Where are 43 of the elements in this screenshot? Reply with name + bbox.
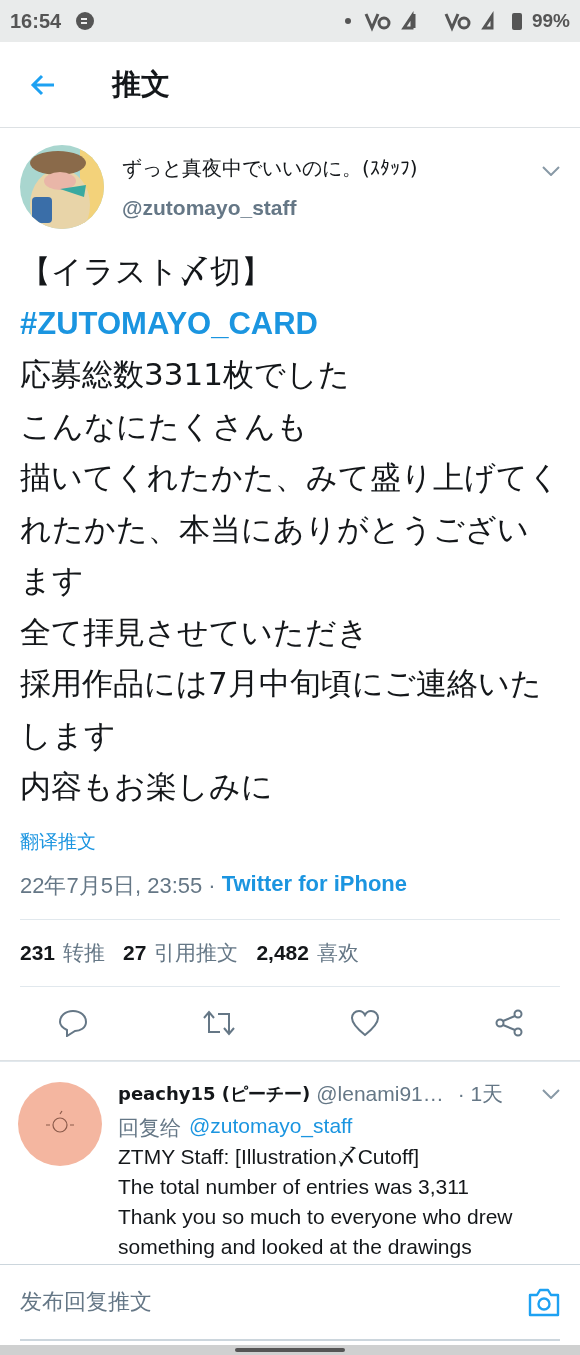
chevron-icon[interactable] <box>542 166 560 176</box>
reply-icon[interactable] <box>58 1009 88 1037</box>
tweet-text: 描いてくれたかた、みて盛り上げてくれたかた、本当にありがとうございます <box>20 458 560 600</box>
share-icon[interactable] <box>494 1009 524 1037</box>
signal-icon <box>343 10 524 32</box>
tweet-text: 応募総数3311枚でした <box>20 355 351 394</box>
mention-link[interactable]: @zutomayo_staff <box>189 1113 353 1142</box>
reply-author-handle[interactable]: @lenami91… <box>316 1081 444 1106</box>
reply-to-label: 回复给 <box>118 1114 181 1141</box>
reply-author-name[interactable]: peachy15 (ピーチー) <box>118 1081 311 1106</box>
reply-text: Thank you so much to everyone who drew <box>118 1203 514 1230</box>
tweet-text: 採用作品には7月中旬頃にご連絡いたします <box>20 664 543 755</box>
heart-icon[interactable] <box>350 1009 380 1037</box>
notification-icon <box>75 11 96 31</box>
stat-label[interactable]: 转推 <box>63 938 106 967</box>
hashtag-link[interactable]: #ZUTOMAYO_CARD <box>20 297 318 349</box>
tweet-date: 22年7月5日, 23:55 · <box>20 871 216 900</box>
reply-text: The total number of entries was 3,311 <box>118 1173 470 1200</box>
author-name[interactable]: ずっと真夜中でいいのに。(ｽﾀｯﾌ) <box>122 154 542 182</box>
stat-count[interactable]: 27 <box>123 940 147 965</box>
tweet-text: 全て拝見させていただき <box>20 612 370 652</box>
home-handle[interactable] <box>235 1347 345 1352</box>
page-title: 推文 <box>112 65 170 103</box>
status-time: 16:54 <box>10 9 62 33</box>
reply-input-field[interactable]: 发布回复推文 <box>20 1289 528 1314</box>
author-handle[interactable]: @zutomayo_staff <box>122 195 542 220</box>
stat-label[interactable]: 引用推文 <box>154 938 239 967</box>
reply-text: ZTMY Staff: [Illustration〆Cutoff] <box>118 1143 421 1170</box>
battery-level: 99% <box>531 10 570 32</box>
retweet-icon[interactable] <box>202 1009 236 1037</box>
translate-link[interactable]: 翻译推文 <box>20 828 96 855</box>
camera-icon[interactable] <box>528 1286 560 1317</box>
reply-time: · 1天 <box>457 1080 504 1107</box>
tweet-text: 【イラスト〆切】 <box>20 252 273 291</box>
reply-text: something and looked at the drawings <box>118 1233 473 1260</box>
source-link[interactable]: Twitter for iPhone <box>221 870 408 901</box>
chevron-icon[interactable] <box>542 1088 560 1099</box>
tweet-text: こんなにたくさんも <box>20 406 309 446</box>
tweet-text: 内容もお楽しみに <box>20 767 274 806</box>
stat-label[interactable]: 喜欢 <box>316 938 359 967</box>
back-icon[interactable] <box>30 73 56 96</box>
stat-count[interactable]: 231 <box>20 940 56 965</box>
stat-count[interactable]: 2,482 <box>256 940 309 965</box>
